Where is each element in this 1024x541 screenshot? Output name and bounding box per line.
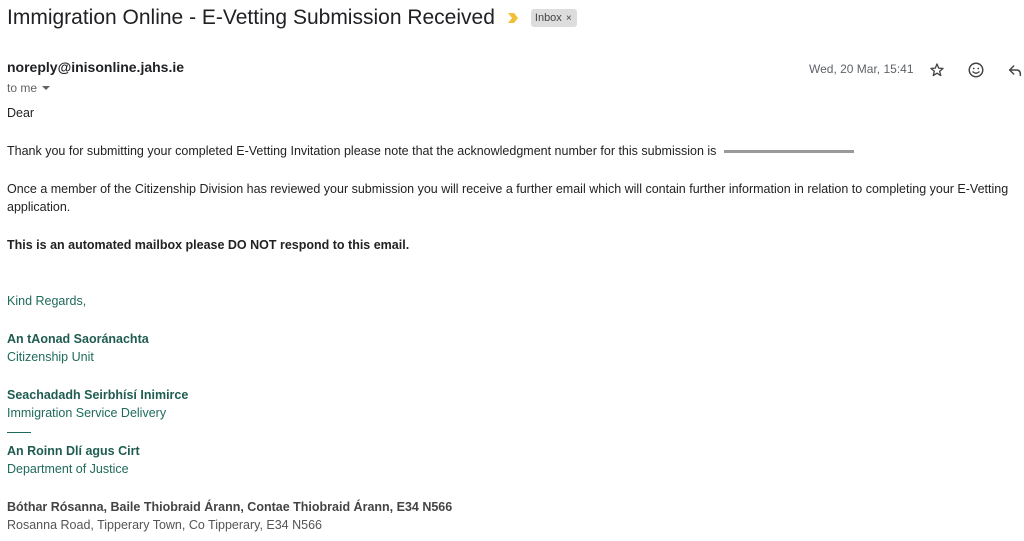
body-paragraph-1-text: Thank you for submitting your completed … — [7, 144, 717, 158]
subject-row: Immigration Online - E-Vetting Submissio… — [7, 3, 577, 33]
chevron-down-icon[interactable] — [42, 86, 51, 90]
reply-icon[interactable] — [1004, 59, 1024, 81]
inbox-label-text: Inbox — [534, 12, 562, 24]
unit-english: Citizenship Unit — [7, 350, 94, 364]
remove-label-icon[interactable]: × — [566, 13, 572, 24]
address-english: Rosanna Road, Tipperary Town, Co Tippera… — [7, 518, 322, 532]
sender-address[interactable]: noreply@inisonline.jahs.ie — [7, 59, 184, 75]
body-paragraph-2: Once a member of the Citizenship Divisio… — [7, 182, 1009, 196]
star-icon[interactable] — [926, 59, 948, 81]
email-subject: Immigration Online - E-Vetting Submissio… — [7, 6, 495, 29]
recipient-text: to me — [7, 81, 38, 95]
department-english: Department of Justice — [7, 462, 129, 476]
redacted-acknowledgment-number — [723, 150, 854, 154]
inbox-label-chip[interactable]: Inbox × — [530, 9, 577, 27]
greeting: Dear — [7, 106, 35, 120]
sign-off: Kind Regards, — [7, 294, 87, 308]
unit-irish: An tAonad Saoránachta — [7, 332, 149, 346]
recipient-details[interactable]: to me — [7, 81, 51, 95]
address-irish: Bóthar Rósanna, Baile Thiobraid Árann, C… — [7, 500, 453, 514]
email-date: Wed, 20 Mar, 15:41 — [809, 62, 914, 76]
body-paragraph-2-cont: application. — [7, 200, 71, 214]
signature-divider — [7, 432, 31, 433]
department-irish: An Roinn Dlí agus Cirt — [7, 444, 140, 458]
emoji-react-icon[interactable] — [965, 59, 987, 81]
service-english: Immigration Service Delivery — [7, 406, 167, 420]
service-irish: Seachadadh Seirbhísí Inimirce — [7, 388, 189, 402]
important-marker-icon[interactable] — [507, 12, 519, 24]
automated-notice: This is an automated mailbox please DO N… — [7, 238, 410, 252]
body-paragraph-1: Thank you for submitting your completed … — [7, 144, 854, 158]
